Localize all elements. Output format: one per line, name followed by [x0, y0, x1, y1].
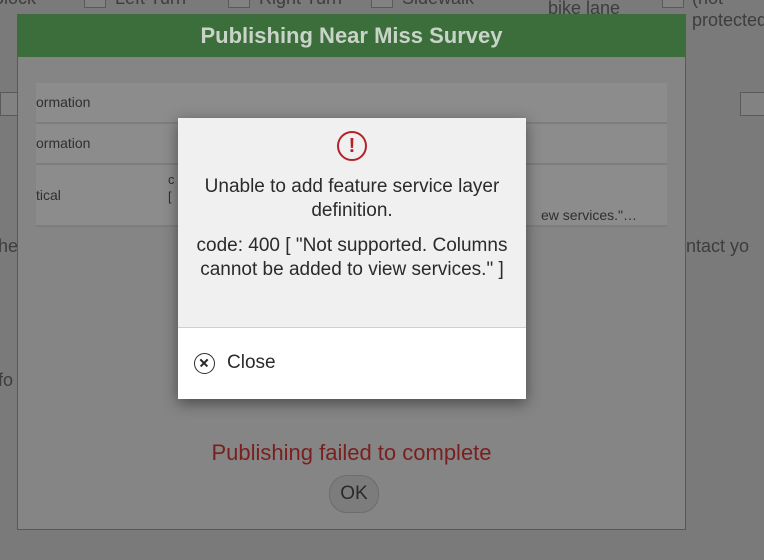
option-label: protected [692, 10, 764, 30]
row-message: ew services."… [541, 207, 637, 223]
alert-footer: Close [178, 328, 526, 399]
close-icon [194, 352, 215, 374]
background-input[interactable] [0, 92, 18, 116]
ok-button[interactable]: OK [329, 475, 379, 513]
row-label: ormation [36, 135, 91, 151]
background-text: he [0, 236, 19, 256]
background-text: ntact yo [686, 236, 750, 256]
option-label: Sidewalk [402, 0, 474, 9]
close-label: Close [227, 352, 276, 373]
option-label: (not [692, 0, 723, 9]
row-detail: [ [168, 189, 172, 204]
option-label: Block [0, 0, 36, 9]
dialog-title: Publishing Near Miss Survey [18, 15, 685, 57]
publish-status: Publishing failed to complete [211, 440, 492, 465]
option-label: Right Turn [259, 0, 342, 9]
alert-title: Unable to add feature service layer defi… [204, 176, 500, 221]
alert-body: ! Unable to add feature service layer de… [178, 118, 526, 328]
checkbox[interactable] [228, 0, 250, 8]
checkbox[interactable] [371, 0, 393, 8]
row-label: ormation [36, 94, 91, 110]
error-alert: ! Unable to add feature service layer de… [178, 118, 526, 399]
background-text: fo [0, 370, 14, 390]
close-button[interactable]: Close [194, 352, 276, 374]
checkbox[interactable] [662, 0, 684, 8]
row-detail: c [168, 172, 175, 187]
exclamation-circle-icon: ! [337, 131, 367, 161]
background-input[interactable] [740, 92, 764, 116]
option-label: Left Turn [115, 0, 186, 9]
row-label: tical [36, 187, 61, 203]
alert-message: code: 400 [ "Not supported. Columns cann… [196, 235, 508, 280]
checkbox[interactable] [84, 0, 106, 8]
